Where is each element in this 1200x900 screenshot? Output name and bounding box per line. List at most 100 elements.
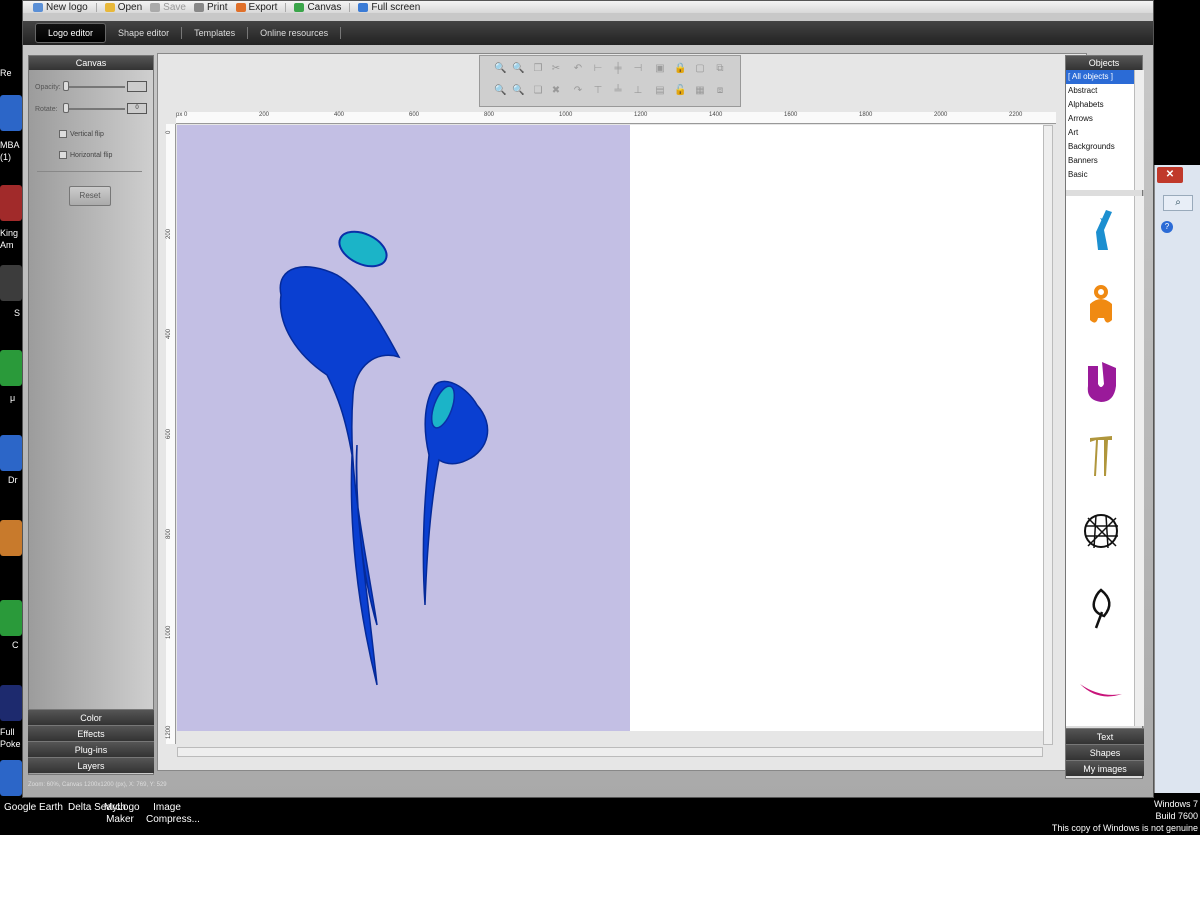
- desktop-icon-label: King: [0, 228, 19, 238]
- desktop-icon[interactable]: [0, 760, 22, 796]
- close-icon[interactable]: ✕: [1157, 167, 1183, 183]
- rotate-slider-thumb[interactable]: [63, 103, 69, 113]
- accordion-color[interactable]: Color: [28, 709, 154, 725]
- tab-text[interactable]: Text: [1066, 728, 1144, 744]
- desktop-icon[interactable]: [0, 435, 22, 471]
- align-top-icon[interactable]: ⊤: [592, 84, 604, 98]
- ungroup-icon[interactable]: ▦: [694, 84, 706, 98]
- gallery-scrollbar[interactable]: [1134, 196, 1144, 726]
- figure-body-shape[interactable]: [279, 266, 401, 686]
- zoom-actual-icon[interactable]: 🔍: [494, 84, 506, 98]
- vertical-flip-checkbox[interactable]: Vertical flip: [59, 130, 104, 138]
- tab-shape-editor[interactable]: Shape editor: [106, 24, 181, 42]
- desktop-icon[interactable]: [0, 350, 22, 386]
- zoom-out-icon[interactable]: 🔍: [512, 62, 524, 76]
- align-right-icon[interactable]: ⊣: [632, 62, 644, 76]
- align-left-icon[interactable]: ⊢: [592, 62, 604, 76]
- rotate-slider-track[interactable]: [65, 108, 125, 110]
- canvas-button[interactable]: Canvas: [294, 2, 341, 13]
- figure-head-shape[interactable]: [334, 225, 392, 273]
- tab-shapes[interactable]: Shapes: [1066, 744, 1144, 760]
- align-bottom-icon[interactable]: ⊥: [632, 84, 644, 98]
- zoom-fit-icon[interactable]: 🔍: [512, 84, 524, 98]
- desktop-icon[interactable]: [0, 95, 22, 131]
- orange-lock-shape[interactable]: [1076, 280, 1126, 330]
- delete-icon[interactable]: ✖: [550, 84, 562, 98]
- magenta-swoosh-shape[interactable]: [1076, 662, 1126, 712]
- background-window[interactable]: ✕ ⌕ ?: [1154, 165, 1200, 793]
- gold-column-shape[interactable]: [1076, 430, 1126, 480]
- object-toolbar: 🔍 🔍 ❐ ✂ ↶ ⊢ ╪ ⊣ ▣ 🔒 ▢ ⧉ 🔍 🔍 ❏ ✖ ↷ ⊤ ╧ ⊥: [479, 55, 741, 107]
- opacity-slider-track[interactable]: [65, 86, 125, 88]
- tab-templates[interactable]: Templates: [182, 24, 247, 42]
- export-button[interactable]: Export: [235, 2, 277, 13]
- zoom-in-icon[interactable]: 🔍: [494, 62, 506, 76]
- logo-artboard[interactable]: [177, 125, 630, 731]
- paste-icon[interactable]: ❏: [532, 84, 544, 98]
- taskbar-app-google-earth[interactable]: Google Earth: [4, 802, 63, 814]
- unlock-icon[interactable]: 🔓: [674, 84, 686, 98]
- taskbar: Google Earth Delta Search MyLogo Maker I…: [0, 798, 1200, 835]
- open-button[interactable]: Open: [104, 2, 142, 13]
- ruler-label: 800: [484, 112, 495, 118]
- blue-figure-shape[interactable]: [1076, 204, 1126, 254]
- fit-icon[interactable]: ⧉: [714, 62, 726, 76]
- list-item[interactable]: Art: [1066, 126, 1144, 140]
- undo-icon[interactable]: ↶: [572, 62, 584, 76]
- list-item[interactable]: Banners: [1066, 154, 1144, 168]
- fit-page-icon[interactable]: ⧈: [714, 84, 726, 98]
- send-back-icon[interactable]: ▤: [654, 84, 666, 98]
- new-logo-button[interactable]: New logo: [33, 2, 88, 13]
- list-scrollbar[interactable]: [1134, 70, 1144, 190]
- list-item[interactable]: [ All objects ]: [1066, 70, 1144, 84]
- purple-u-shape[interactable]: [1076, 356, 1126, 406]
- copy-icon[interactable]: ❐: [532, 62, 544, 76]
- checkbox-box[interactable]: [59, 151, 67, 159]
- tab-my-images[interactable]: My images: [1066, 760, 1144, 776]
- accordion-layers[interactable]: Layers: [28, 757, 154, 773]
- desktop-icon[interactable]: [0, 520, 22, 556]
- reset-button[interactable]: Reset: [69, 186, 111, 206]
- desktop-icon[interactable]: [0, 265, 22, 301]
- accordion-effects[interactable]: Effects: [28, 725, 154, 741]
- horizontal-scrollbar[interactable]: [177, 747, 1043, 757]
- vertical-ruler: 0 200 400 600 800 1000 1200: [166, 124, 176, 744]
- opacity-row: Opacity:: [35, 81, 149, 92]
- logo-figure-graphic[interactable]: [177, 125, 630, 731]
- full-screen-button[interactable]: Full screen: [358, 2, 420, 13]
- list-item[interactable]: Backgrounds: [1066, 140, 1144, 154]
- tab-logo-editor[interactable]: Logo editor: [35, 23, 107, 43]
- list-item[interactable]: Basic: [1066, 168, 1144, 182]
- help-icon[interactable]: ?: [1161, 221, 1173, 233]
- opacity-field[interactable]: [127, 81, 147, 92]
- vertical-scrollbar[interactable]: [1043, 125, 1053, 745]
- list-item[interactable]: Arrows: [1066, 112, 1144, 126]
- tab-online-resources[interactable]: Online resources: [248, 24, 340, 42]
- accordion-plugins[interactable]: Plug-ins: [28, 741, 154, 757]
- desktop-icon[interactable]: [0, 685, 22, 721]
- group-icon[interactable]: ▢: [694, 62, 706, 76]
- bring-front-icon[interactable]: ▣: [654, 62, 666, 76]
- desktop-icon[interactable]: [0, 185, 22, 221]
- align-middle-icon[interactable]: ╧: [612, 84, 624, 98]
- taskbar-app-mylogo-maker[interactable]: MyLogo Maker: [104, 802, 140, 826]
- canvas-area[interactable]: [177, 125, 1043, 731]
- checkbox-box[interactable]: [59, 130, 67, 138]
- save-button[interactable]: Save: [150, 2, 186, 13]
- horizontal-flip-checkbox[interactable]: Horizontal flip: [59, 151, 112, 159]
- black-leaf-shape[interactable]: [1076, 582, 1126, 632]
- desktop-icon[interactable]: [0, 600, 22, 636]
- redo-icon[interactable]: ↷: [572, 84, 584, 98]
- print-button[interactable]: Print: [193, 2, 228, 13]
- align-center-icon[interactable]: ╪: [612, 62, 624, 76]
- black-net-ball-shape[interactable]: [1076, 506, 1126, 556]
- rotate-field[interactable]: 0: [127, 103, 147, 114]
- search-icon[interactable]: ⌕: [1163, 195, 1193, 211]
- lock-icon[interactable]: 🔒: [674, 62, 686, 76]
- cut-icon[interactable]: ✂: [550, 62, 562, 76]
- taskbar-app-image-compress[interactable]: Image Compress...: [146, 802, 200, 826]
- opacity-slider-thumb[interactable]: [63, 81, 69, 91]
- object-category-list[interactable]: [ All objects ] Abstract Alphabets Arrow…: [1066, 70, 1144, 190]
- list-item[interactable]: Alphabets: [1066, 98, 1144, 112]
- list-item[interactable]: Abstract: [1066, 84, 1144, 98]
